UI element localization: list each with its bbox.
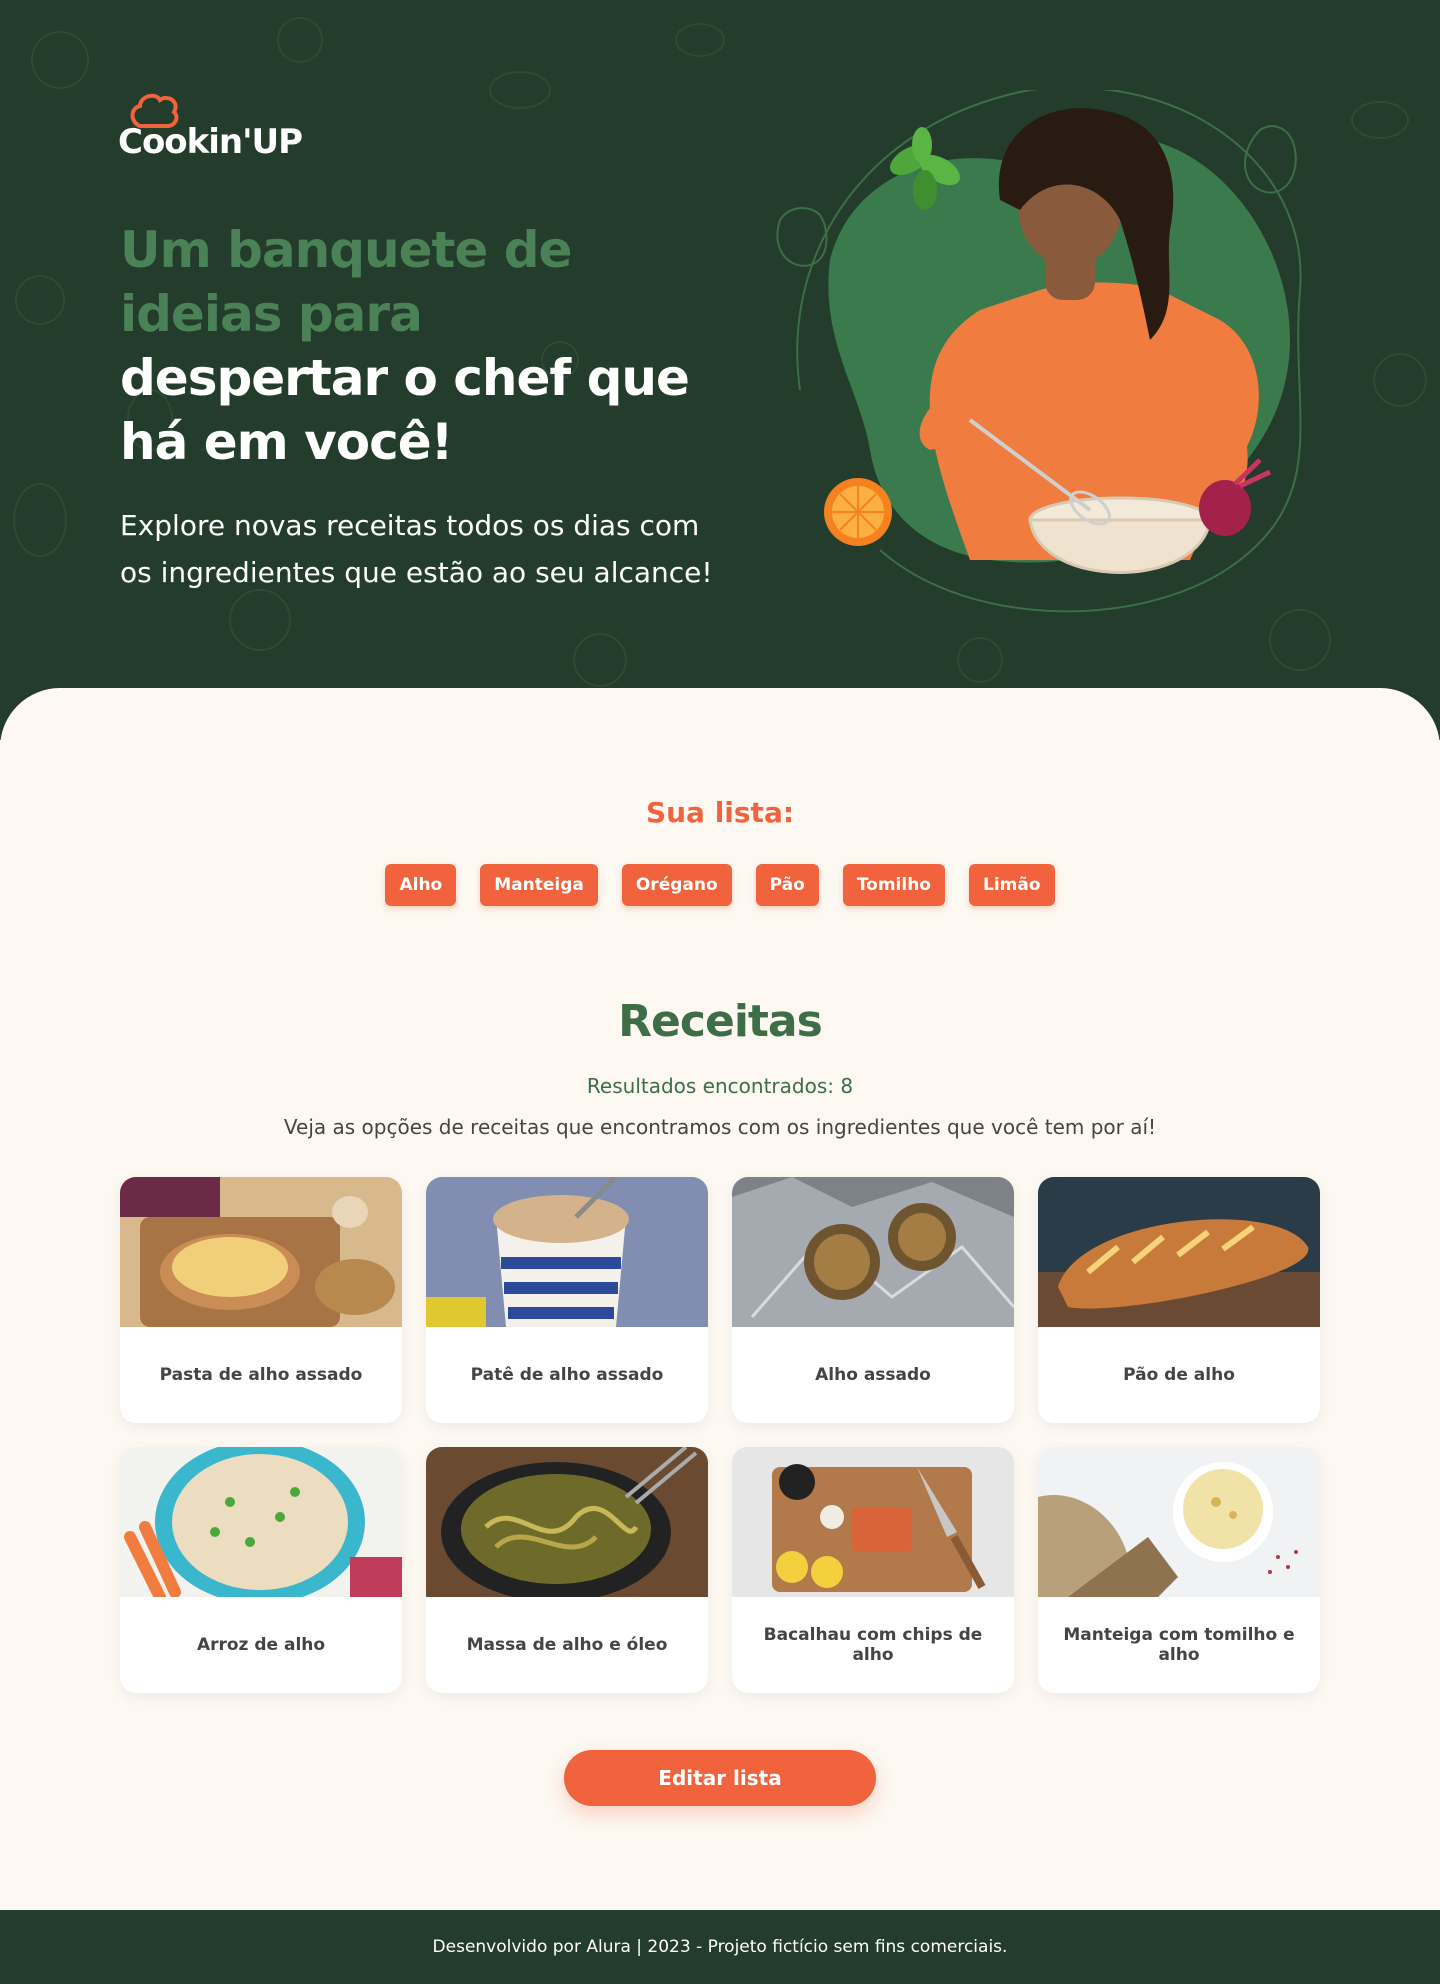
recipe-image — [120, 1177, 402, 1327]
list-title: Sua lista: — [645, 796, 795, 829]
ingredient-chip[interactable]: Tomilho — [842, 864, 945, 906]
recipe-card[interactable]: Massa de alho e óleo — [426, 1447, 708, 1693]
recipe-card[interactable]: Alho assado — [732, 1177, 1014, 1423]
ingredient-chip[interactable]: Orégano — [621, 864, 732, 906]
recipe-card[interactable]: Patê de alho assado — [426, 1177, 708, 1423]
hero-section: Cookin'UP Um banquete de ideias para des… — [0, 0, 1440, 740]
recipes-title: Receitas — [618, 996, 823, 1047]
recipe-name: Arroz de alho — [196, 1635, 326, 1655]
recipes-description: Veja as opções de receitas que encontram… — [283, 1115, 1157, 1139]
recipe-name: Alho assado — [815, 1365, 931, 1385]
hero-headline: Um banquete de ideias para despertar o c… — [120, 218, 720, 474]
headline-line: ideias para — [120, 285, 423, 343]
hero-subtitle: Explore novas receitas todos os dias com… — [120, 502, 720, 596]
cookinup-logo[interactable]: Cookin'UP — [118, 92, 303, 170]
recipe-image — [426, 1177, 708, 1327]
recipe-card[interactable]: Pasta de alho assado — [120, 1177, 402, 1423]
recipe-image — [426, 1447, 708, 1597]
recipe-image — [732, 1177, 1014, 1327]
recipe-grid: Pasta de alho assado Patê de alho assado — [120, 1177, 1320, 1693]
recipe-image — [1038, 1177, 1320, 1327]
recipe-image — [732, 1447, 1014, 1597]
recipe-name: Massa de alho e óleo — [466, 1635, 668, 1655]
recipe-name: Pão de alho — [1123, 1365, 1235, 1385]
recipe-name: Manteiga com tomilho e alho — [1063, 1625, 1295, 1665]
ingredient-chip[interactable]: Manteiga — [480, 864, 598, 906]
footer-text: Desenvolvido por Alura | 2023 - Projeto … — [432, 1937, 1008, 1957]
footer: Desenvolvido por Alura | 2023 - Projeto … — [0, 1910, 1440, 1984]
headline-line: há em você! — [120, 413, 453, 471]
headline-line: despertar o chef que — [120, 349, 690, 407]
subtitle-line: os ingredientes que estão ao seu alcance… — [120, 556, 713, 589]
orange-slice-icon — [824, 478, 892, 546]
ingredient-chip[interactable]: Limão — [968, 864, 1055, 906]
recipe-name: Pasta de alho assado — [159, 1365, 363, 1385]
recipe-image — [1038, 1447, 1320, 1597]
main-content: Sua lista: Alho Manteiga Orégano Pão Tom… — [0, 688, 1440, 1910]
ingredient-chip[interactable]: Alho — [385, 864, 457, 906]
pepper-outline-icon — [776, 207, 828, 267]
logo-text: Cookin'UP — [118, 122, 303, 162]
recipe-card[interactable]: Manteiga com tomilho e alho — [1038, 1447, 1320, 1693]
recipe-name: Patê de alho assado — [470, 1365, 664, 1385]
headline-line: Um banquete de — [120, 221, 572, 279]
edit-list-button[interactable]: Editar lista — [564, 1750, 876, 1806]
recipe-card[interactable]: Bacalhau com chips de alho — [732, 1447, 1014, 1693]
recipe-image — [120, 1447, 402, 1597]
results-count: Resultados encontrados: 8 — [586, 1074, 854, 1098]
ingredient-chip[interactable]: Pão — [755, 864, 819, 906]
hero-illustration — [776, 90, 1302, 613]
recipe-card[interactable]: Pão de alho — [1038, 1177, 1320, 1423]
recipe-card[interactable]: Arroz de alho — [120, 1447, 402, 1693]
ingredient-list: Alho Manteiga Orégano Pão Tomilho Limão — [0, 864, 1440, 906]
recipe-name: Bacalhau com chips de alho — [763, 1625, 983, 1665]
subtitle-line: Explore novas receitas todos os dias com — [120, 509, 700, 542]
